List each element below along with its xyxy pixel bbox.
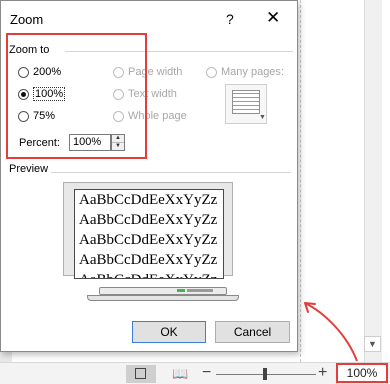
preview-monitor: AaBbCcDdEeXxYyZz AaBbCcDdEeXxYyZz AaBbCc… <box>63 182 233 279</box>
zoom-slider-thumb[interactable] <box>263 368 267 380</box>
pages-grid-icon <box>232 90 260 114</box>
radio-circle <box>206 66 217 78</box>
zoom-in-button[interactable]: + <box>318 365 327 381</box>
vertical-scrollbar[interactable] <box>364 0 382 362</box>
cancel-button[interactable]: Cancel <box>215 321 290 343</box>
dialog-title: Zoom <box>10 12 44 27</box>
radio-many-pages[interactable]: Many pages: <box>206 65 284 79</box>
help-button[interactable]: ? <box>226 11 234 27</box>
print-layout-view-button[interactable] <box>126 365 156 383</box>
preview-line: AaBbCcDdEeXxYyZz <box>79 252 218 268</box>
status-bar: 📖 − + 100% <box>0 362 390 384</box>
monitor-foot <box>87 295 239 301</box>
many-pages-picker-button[interactable]: ▼ <box>225 84 267 124</box>
monitor-power-led <box>177 289 185 292</box>
scroll-down-button[interactable]: ▼ <box>364 336 381 352</box>
zoom-to-highlight-box <box>6 33 147 159</box>
zoom-dialog: Zoom ? ✕ Zoom to 200% 100% 75% Page widt… <box>0 0 298 352</box>
zoom-level-button[interactable]: 100% <box>336 363 388 383</box>
radio-many-pages-label: Many pages: <box>221 66 284 78</box>
preview-page: AaBbCcDdEeXxYyZz AaBbCcDdEeXxYyZz AaBbCc… <box>74 189 224 279</box>
zoom-out-button[interactable]: − <box>202 365 211 381</box>
preview-line: AaBbCcDdEeXxYyZz <box>79 232 218 248</box>
monitor-bar <box>187 289 213 292</box>
preview-line: AaBbCcDdEeXxYyZz <box>79 212 218 228</box>
preview-line: AaBbCcDdEeXxYyZz <box>79 192 218 208</box>
print-layout-icon <box>135 368 146 379</box>
preview-separator <box>51 172 291 173</box>
close-button[interactable]: ✕ <box>266 9 280 26</box>
preview-label: Preview <box>9 163 49 175</box>
ok-button[interactable]: OK <box>132 321 206 343</box>
annotation-arrow <box>304 302 358 362</box>
read-mode-icon[interactable]: 📖 <box>172 367 188 380</box>
chevron-down-icon: ▼ <box>259 114 266 121</box>
preview-line: AaBbCcDdEeXxYyZz <box>75 270 223 278</box>
